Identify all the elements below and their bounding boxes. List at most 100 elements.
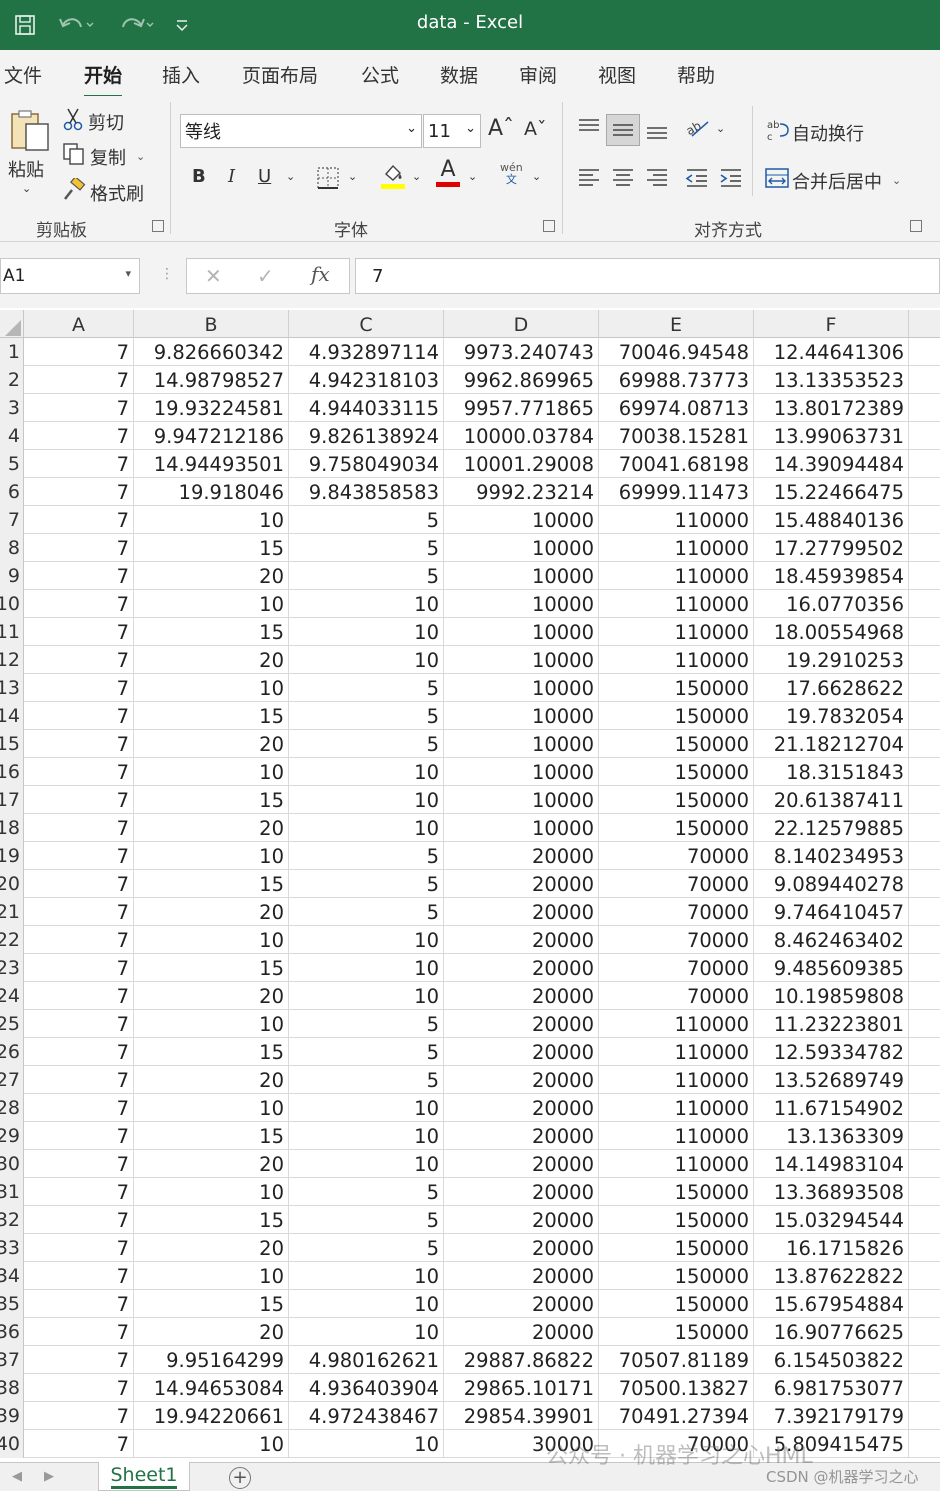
cell-f[interactable]: 6.981753077 bbox=[754, 1374, 909, 1402]
cell-b[interactable]: 10 bbox=[134, 842, 289, 870]
cell-a[interactable]: 7 bbox=[24, 366, 134, 394]
cell-a[interactable]: 7 bbox=[24, 646, 134, 674]
row-header[interactable]: 1 bbox=[0, 338, 24, 366]
row-header[interactable]: 2 bbox=[0, 366, 24, 394]
cell-d[interactable]: 10000 bbox=[444, 562, 599, 590]
row-header[interactable]: 12 bbox=[0, 646, 24, 674]
row-header[interactable]: 30 bbox=[0, 1150, 24, 1178]
cell-d[interactable]: 20000 bbox=[444, 954, 599, 982]
cell-d[interactable]: 20000 bbox=[444, 1206, 599, 1234]
cell-f[interactable]: 12.44641306 bbox=[754, 338, 909, 366]
cell-b[interactable]: 15 bbox=[134, 954, 289, 982]
font-name-select[interactable]: 等线 ⌄ bbox=[180, 114, 422, 148]
row-header[interactable]: 9 bbox=[0, 562, 24, 590]
cell-b[interactable]: 20 bbox=[134, 1150, 289, 1178]
cell-f[interactable]: 9.746410457 bbox=[754, 898, 909, 926]
cell-e[interactable]: 150000 bbox=[599, 702, 754, 730]
copy-dropdown-icon[interactable]: ⌄ bbox=[136, 150, 145, 163]
cell-b[interactable]: 20 bbox=[134, 1234, 289, 1262]
cell-b[interactable]: 15 bbox=[134, 1038, 289, 1066]
cell-a[interactable]: 7 bbox=[24, 1150, 134, 1178]
wrap-text-button[interactable]: ab c 自动换行 bbox=[766, 118, 864, 147]
cell-d[interactable]: 10000 bbox=[444, 786, 599, 814]
row-header[interactable]: 15 bbox=[0, 730, 24, 758]
row-header[interactable]: 17 bbox=[0, 786, 24, 814]
merge-center-button[interactable]: 合并后居中 ⌄ bbox=[764, 166, 901, 195]
tab-insert[interactable]: 插入 bbox=[162, 61, 200, 88]
cell-d[interactable]: 10000 bbox=[444, 618, 599, 646]
cell-e[interactable]: 70491.27394 bbox=[599, 1402, 754, 1430]
cell-a[interactable]: 7 bbox=[24, 786, 134, 814]
cell-a[interactable]: 7 bbox=[24, 1122, 134, 1150]
cell-e[interactable]: 150000 bbox=[599, 786, 754, 814]
cell-c[interactable]: 5 bbox=[289, 1206, 444, 1234]
cell-f[interactable]: 9.089440278 bbox=[754, 870, 909, 898]
cell-d[interactable]: 10000 bbox=[444, 702, 599, 730]
cell-b[interactable]: 20 bbox=[134, 646, 289, 674]
column-header-b[interactable]: B bbox=[134, 310, 289, 338]
tab-home[interactable]: 开始 bbox=[84, 61, 123, 98]
column-header-d[interactable]: D bbox=[444, 310, 599, 338]
cell-e[interactable]: 150000 bbox=[599, 1234, 754, 1262]
formula-bar-grip-icon[interactable]: ⋮ bbox=[160, 266, 174, 282]
cell-a[interactable]: 7 bbox=[24, 1430, 134, 1458]
cell-f[interactable]: 10.19859808 bbox=[754, 982, 909, 1010]
clipboard-launcher-icon[interactable] bbox=[152, 220, 164, 232]
tab-formulas[interactable]: 公式 bbox=[361, 61, 399, 88]
cell-a[interactable]: 7 bbox=[24, 1038, 134, 1066]
cell-b[interactable]: 10 bbox=[134, 1430, 289, 1458]
cell-a[interactable]: 7 bbox=[24, 562, 134, 590]
confirm-entry-icon[interactable]: ✓ bbox=[257, 264, 274, 288]
cell-b[interactable]: 10 bbox=[134, 758, 289, 786]
paste-dropdown-icon[interactable]: ⌄ bbox=[22, 182, 31, 195]
row-header[interactable]: 22 bbox=[0, 926, 24, 954]
cell-e[interactable]: 70000 bbox=[599, 842, 754, 870]
cell-e[interactable]: 110000 bbox=[599, 1038, 754, 1066]
row-header[interactable]: 10 bbox=[0, 590, 24, 618]
cell-d[interactable]: 20000 bbox=[444, 926, 599, 954]
cell-e[interactable]: 70000 bbox=[599, 954, 754, 982]
cell-d[interactable]: 20000 bbox=[444, 842, 599, 870]
cell-a[interactable]: 7 bbox=[24, 954, 134, 982]
cell-f[interactable]: 15.67954884 bbox=[754, 1290, 909, 1318]
cell-d[interactable]: 10000 bbox=[444, 506, 599, 534]
cell-f[interactable]: 12.59334782 bbox=[754, 1038, 909, 1066]
cell-e[interactable]: 150000 bbox=[599, 1206, 754, 1234]
cell-c[interactable]: 5 bbox=[289, 702, 444, 730]
alignment-launcher-icon[interactable] bbox=[910, 220, 922, 232]
cell-e[interactable]: 70041.68198 bbox=[599, 450, 754, 478]
cell-f[interactable]: 17.6628622 bbox=[754, 674, 909, 702]
row-header[interactable]: 32 bbox=[0, 1206, 24, 1234]
cell-e[interactable]: 70000 bbox=[599, 982, 754, 1010]
column-header-e[interactable]: E bbox=[599, 310, 754, 338]
row-header[interactable]: 26 bbox=[0, 1038, 24, 1066]
cell-a[interactable]: 7 bbox=[24, 1206, 134, 1234]
cell-f[interactable]: 13.13353523 bbox=[754, 366, 909, 394]
cell-a[interactable]: 7 bbox=[24, 1374, 134, 1402]
cell-e[interactable]: 110000 bbox=[599, 590, 754, 618]
row-header[interactable]: 39 bbox=[0, 1402, 24, 1430]
row-header[interactable]: 19 bbox=[0, 842, 24, 870]
cell-c[interactable]: 5 bbox=[289, 1010, 444, 1038]
cell-e[interactable]: 150000 bbox=[599, 674, 754, 702]
cell-b[interactable]: 20 bbox=[134, 982, 289, 1010]
cell-a[interactable]: 7 bbox=[24, 674, 134, 702]
name-box[interactable]: A1 ▾ bbox=[0, 258, 140, 294]
cell-b[interactable]: 19.918046 bbox=[134, 478, 289, 506]
cell-e[interactable]: 70000 bbox=[599, 870, 754, 898]
tab-file[interactable]: 文件 bbox=[4, 61, 42, 88]
row-header[interactable]: 28 bbox=[0, 1094, 24, 1122]
row-header[interactable]: 11 bbox=[0, 618, 24, 646]
cell-e[interactable]: 110000 bbox=[599, 1122, 754, 1150]
cell-a[interactable]: 7 bbox=[24, 1290, 134, 1318]
name-box-dropdown-icon[interactable]: ▾ bbox=[125, 267, 131, 280]
cell-a[interactable]: 7 bbox=[24, 394, 134, 422]
cell-a[interactable]: 7 bbox=[24, 590, 134, 618]
cell-b[interactable]: 20 bbox=[134, 562, 289, 590]
cell-f[interactable]: 13.99063731 bbox=[754, 422, 909, 450]
cell-a[interactable]: 7 bbox=[24, 1402, 134, 1430]
fill-color-dropdown-icon[interactable]: ⌄ bbox=[412, 170, 421, 183]
cell-e[interactable]: 110000 bbox=[599, 534, 754, 562]
cell-f[interactable]: 19.2910253 bbox=[754, 646, 909, 674]
row-header[interactable]: 23 bbox=[0, 954, 24, 982]
